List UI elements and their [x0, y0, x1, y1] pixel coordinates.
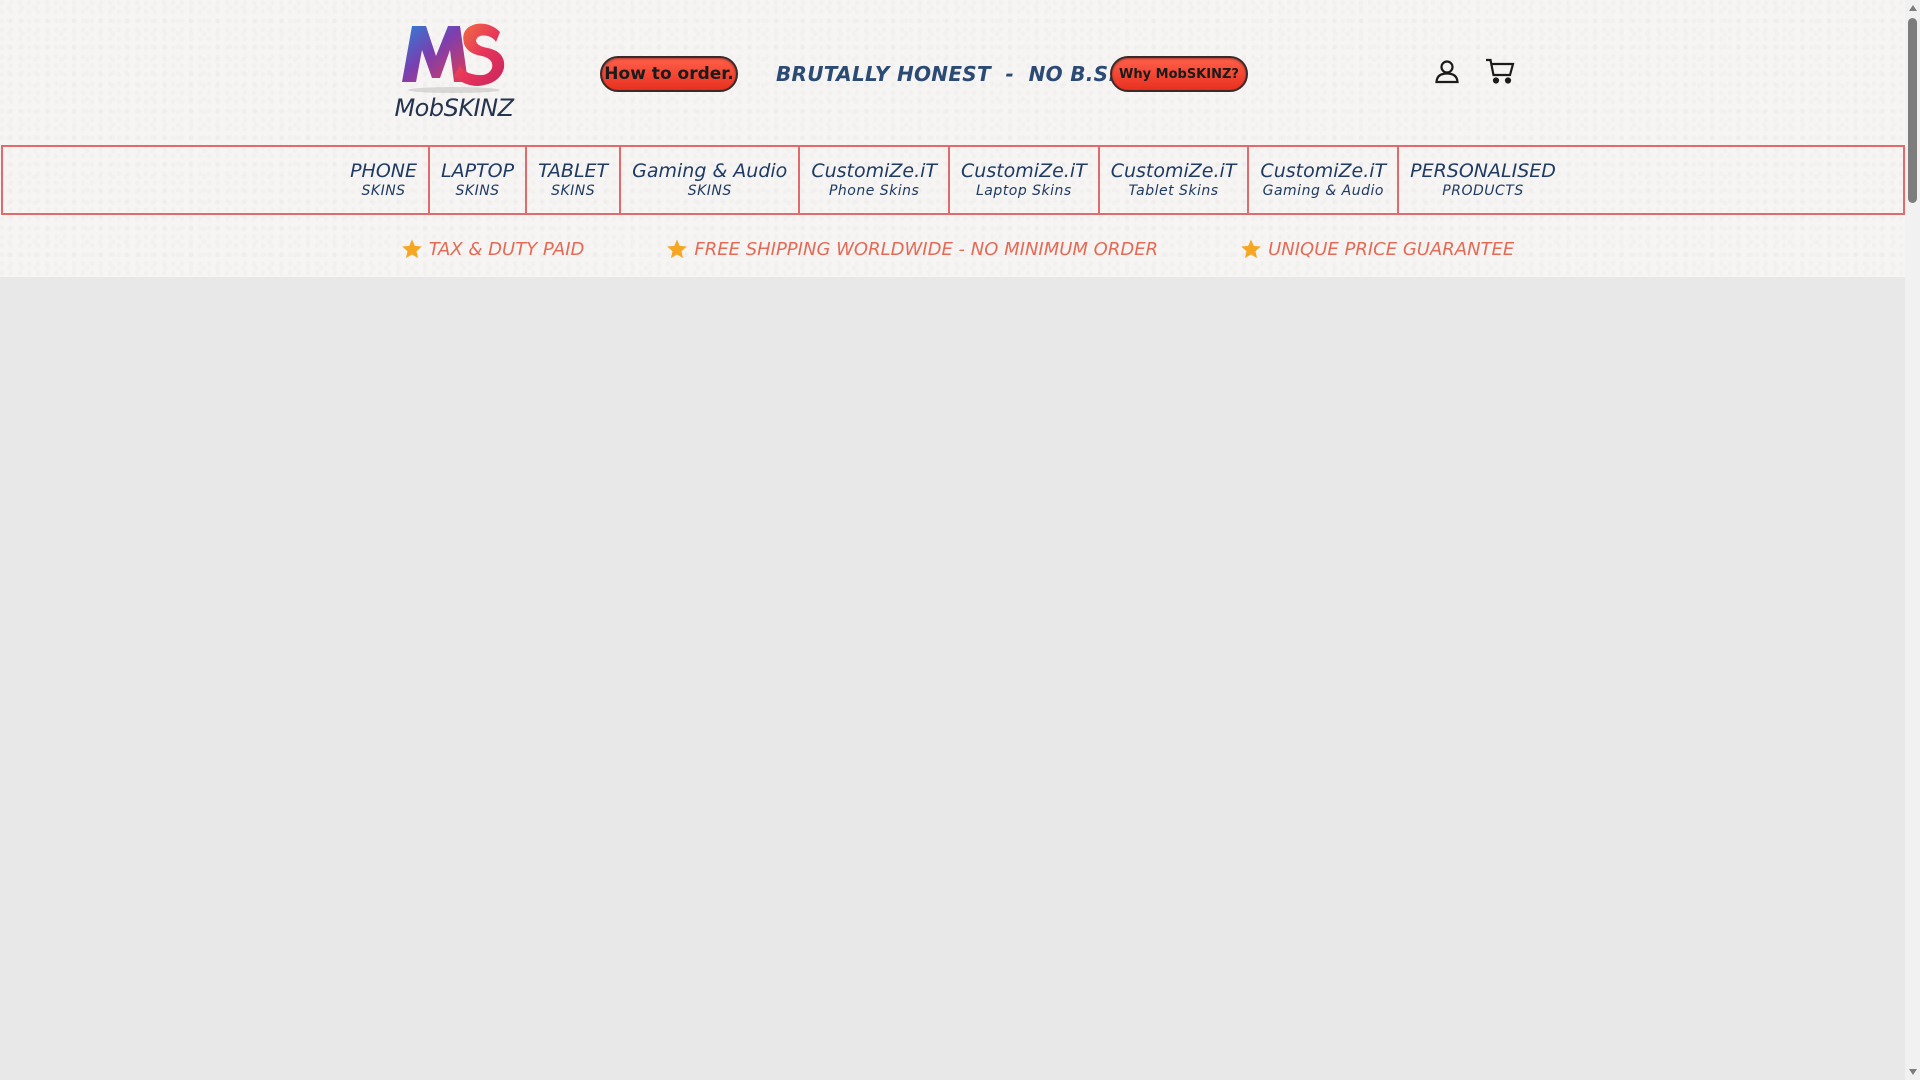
nav-item-label: CustomiZe.iT	[961, 160, 1087, 182]
cart-icon[interactable]	[1483, 54, 1517, 88]
benefit-item: FREE SHIPPING WORLDWIDE - NO MINIMUM ORD…	[666, 238, 1158, 260]
main-nav: PHONE SKINS LAPTOP SKINS TABLET SKINS Ga…	[1, 145, 1905, 215]
why-mobskinz-button[interactable]: Why MobSKINZ?	[1110, 56, 1248, 92]
benefit-text: TAX & DUTY PAID	[428, 238, 585, 260]
nav-item-sublabel: SKINS	[361, 183, 406, 199]
nav-item-label: Gaming & Audio	[632, 160, 788, 182]
page: MobSKINZ How to order. BRUTALLY HONEST -…	[0, 0, 1905, 1080]
nav-item-label: TABLET	[538, 160, 609, 182]
scroll-down-arrow-icon[interactable]	[1908, 1067, 1917, 1077]
benefit-item: TAX & DUTY PAID	[401, 238, 585, 260]
star-icon	[1241, 239, 1261, 259]
account-icon[interactable]	[1430, 54, 1464, 88]
benefit-item: UNIQUE PRICE GUARANTEE	[1240, 238, 1514, 260]
benefits-bar: TAX & DUTY PAID FREE SHIPPING WORLDWIDE …	[0, 232, 1905, 266]
nav-item-tablet-skins[interactable]: TABLET SKINS	[525, 147, 619, 213]
logo-mark	[402, 23, 505, 93]
nav-item-label: LAPTOP	[441, 160, 515, 182]
vertical-scrollbar[interactable]	[1905, 0, 1920, 1080]
nav-item-sublabel: Laptop Skins	[976, 183, 1072, 199]
nav-item-sublabel: SKINS	[455, 183, 500, 199]
nav-item-sublabel: SKINS	[551, 183, 596, 199]
nav-item-customize-tablet[interactable]: CustomiZe.iT Tablet Skins	[1097, 147, 1248, 213]
nav-item-label: CustomiZe.iT	[811, 160, 938, 182]
nav-item-label: CustomiZe.iT	[1110, 160, 1237, 182]
nav-item-label: PHONE	[350, 160, 417, 182]
scrollbar-thumb[interactable]	[1908, 18, 1917, 203]
nav-item-sublabel: PRODUCTS	[1442, 183, 1524, 199]
nav-item-sublabel: SKINS	[687, 183, 732, 199]
nav-item-sublabel: Gaming & Audio	[1262, 183, 1384, 199]
benefit-text: FREE SHIPPING WORLDWIDE - NO MINIMUM ORD…	[694, 238, 1159, 260]
nav-item-gaming-audio-skins[interactable]: Gaming & Audio SKINS	[619, 147, 798, 213]
tagline: BRUTALLY HONEST - NO B.S.™	[776, 62, 1137, 86]
logo-text: MobSKINZ	[394, 94, 514, 122]
site-logo[interactable]: MobSKINZ	[388, 18, 518, 128]
how-to-order-button[interactable]: How to order.	[600, 56, 738, 92]
nav-item-sublabel: Tablet Skins	[1128, 183, 1219, 199]
nav-item-label: PERSONALISED	[1410, 160, 1556, 182]
nav-item-customize-phone[interactable]: CustomiZe.iT Phone Skins	[798, 147, 948, 213]
nav-item-label: CustomiZe.iT	[1260, 160, 1387, 182]
nav-item-phone-skins[interactable]: PHONE SKINS	[339, 147, 428, 213]
nav-item-laptop-skins[interactable]: LAPTOP SKINS	[428, 147, 525, 213]
scroll-up-arrow-icon[interactable]	[1908, 3, 1917, 13]
nav-item-customize-gaming-audio[interactable]: CustomiZe.iT Gaming & Audio	[1247, 147, 1397, 213]
star-icon	[667, 239, 688, 259]
nav-item-sublabel: Phone Skins	[828, 183, 920, 199]
benefit-text: UNIQUE PRICE GUARANTEE	[1268, 238, 1515, 260]
nav-item-personalised-products[interactable]: PERSONALISED PRODUCTS	[1397, 147, 1567, 213]
site-header: MobSKINZ How to order. BRUTALLY HONEST -…	[0, 0, 1905, 277]
star-icon	[401, 239, 422, 259]
nav-item-customize-laptop[interactable]: CustomiZe.iT Laptop Skins	[948, 147, 1098, 213]
